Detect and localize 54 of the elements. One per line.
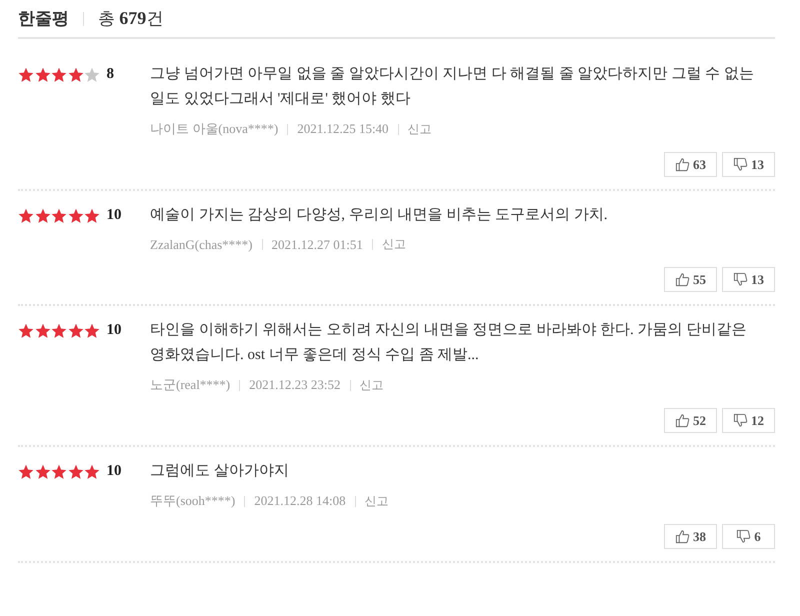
star-icon — [84, 322, 100, 338]
star-icon — [18, 464, 34, 480]
star-icon — [51, 464, 67, 480]
dislike-button[interactable]: 13 — [722, 152, 775, 177]
star-icon — [84, 66, 100, 82]
like-button[interactable]: 55 — [664, 267, 717, 292]
star-icon — [68, 208, 84, 224]
author: 뚜뚜(sooh****) — [150, 492, 236, 510]
star-icon — [18, 208, 34, 224]
thumbs-down-icon — [733, 272, 748, 287]
dislike-button[interactable]: 13 — [722, 267, 775, 292]
date: 2021.12.27 01:51 — [272, 236, 363, 252]
thumbs-up-icon — [675, 272, 690, 287]
review-text: 그럼에도 살아가야지 — [150, 462, 290, 481]
score: 10 — [106, 463, 122, 480]
star-icon — [51, 208, 67, 224]
star-icon — [34, 66, 50, 82]
star-icon — [34, 322, 50, 338]
section-title: 한줄평 — [18, 8, 69, 30]
date: 2021.12.25 15:40 — [297, 121, 389, 137]
author: 노군(real****) — [150, 376, 230, 394]
like-button[interactable]: 52 — [664, 408, 717, 433]
star-icon — [68, 66, 84, 82]
score: 10 — [106, 207, 122, 224]
star-icon — [84, 208, 100, 224]
like-button[interactable]: 63 — [664, 152, 717, 177]
score: 8 — [106, 66, 114, 83]
date: 2021.12.23 23:52 — [249, 377, 341, 393]
author: 나이트 아울(nova****) — [150, 120, 278, 138]
review-text: 타인을 이해하기 위해서는 오히려 자신의 내면을 정면으로 바라봐야 한다. 가뭄의 단비같은 영화였습니다. ost 너무 좋은데 정식 수입 좀 제발... — [150, 321, 748, 365]
dislike-button[interactable]: 6 — [722, 524, 775, 549]
date: 2021.12.28 14:08 — [254, 493, 346, 509]
like-button[interactable]: 38 — [664, 524, 717, 549]
dislike-button[interactable]: 12 — [722, 408, 775, 433]
review-text: 그냥 넘어가면 아무일 없을 줄 알았다시간이 지나면 다 해결될 줄 알았다하지만 그럴 수 없는 일도 있었다그래서 '제대로' 했어야 했다 — [150, 65, 755, 109]
star-icon — [68, 322, 84, 338]
star-icon — [84, 464, 100, 480]
star-icon — [34, 464, 50, 480]
thumbs-down-icon — [736, 529, 752, 544]
thumbs-up-icon — [675, 157, 690, 172]
star-icon — [18, 322, 34, 338]
star-icon — [51, 66, 67, 82]
star-icon — [68, 464, 84, 480]
star-icon — [34, 208, 50, 224]
author: ZzalanG(chas****) — [150, 236, 253, 252]
review-text: 예술이 가지는 감상의 다양성, 우리의 내면을 비추는 도구로서의 가치. — [150, 206, 608, 225]
score: 10 — [106, 322, 122, 339]
thumbs-up-icon — [675, 413, 690, 428]
thumbs-down-icon — [733, 413, 748, 428]
total-count: 총 679건 — [98, 7, 164, 30]
star-icon — [18, 66, 34, 82]
star-icon — [51, 322, 67, 338]
thumbs-up-icon — [675, 529, 690, 544]
thumbs-down-icon — [733, 157, 748, 172]
